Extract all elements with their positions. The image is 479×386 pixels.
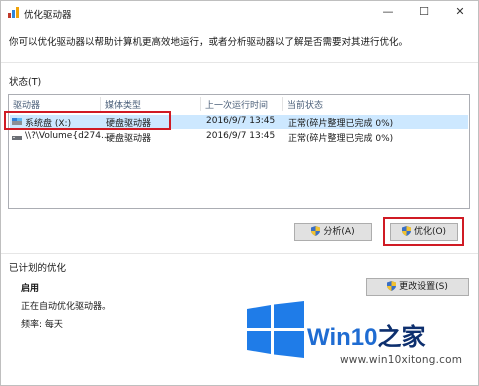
watermark-brand-win10: Win10 xyxy=(307,324,378,351)
title-bar: 优化驱动器 — ☐ ✕ xyxy=(1,1,478,23)
watermark-brand: Win10之家 xyxy=(307,317,425,352)
watermark-brand-zhijia: 之家 xyxy=(377,324,426,351)
schedule-state: 启用 xyxy=(21,284,40,294)
divider xyxy=(1,253,478,254)
uac-shield-icon xyxy=(387,281,397,291)
optimize-drives-window: 优化驱动器 — ☐ ✕ 你可以优化驱动器以帮助计算机更高效地运行，或者分析驱动器… xyxy=(0,0,479,386)
column-divider[interactable] xyxy=(100,97,101,111)
drive-status: 正常(碎片整理已完成 0%) xyxy=(288,119,394,129)
column-divider[interactable] xyxy=(282,97,283,111)
maximize-button[interactable]: ☐ xyxy=(406,3,442,21)
drive-status: 正常(碎片整理已完成 0%) xyxy=(288,134,394,144)
column-header-media-type[interactable]: 媒体类型 xyxy=(105,98,141,111)
drive-last-run: 2016/9/7 13:45 xyxy=(206,116,276,126)
change-settings-button-label: 更改设置(S) xyxy=(399,282,448,292)
drive-last-run: 2016/9/7 13:45 xyxy=(206,131,276,141)
analyze-button-label: 分析(A) xyxy=(323,227,355,237)
windows-logo-icon xyxy=(247,301,304,358)
schedule-detail: 正在自动优化驱动器。 xyxy=(21,302,112,312)
highlight-box-optimize xyxy=(383,217,464,246)
column-header-last-run[interactable]: 上一次运行时间 xyxy=(205,98,268,111)
watermark-site: www.win10xitong.com xyxy=(340,354,463,366)
uac-shield-icon xyxy=(311,226,321,236)
column-divider[interactable] xyxy=(200,97,201,111)
scheduled-section-label: 已计划的优化 xyxy=(9,263,67,274)
schedule-frequency: 频率: 每天 xyxy=(21,320,63,330)
status-section-label: 状态(T) xyxy=(9,77,42,88)
window-title: 优化驱动器 xyxy=(24,10,72,21)
analyze-button[interactable]: 分析(A) xyxy=(294,223,372,241)
highlight-box-drive xyxy=(4,111,171,130)
defrag-app-icon xyxy=(8,7,19,18)
drive-media-type: 硬盘驱动器 xyxy=(106,134,152,144)
column-header-drive[interactable]: 驱动器 xyxy=(13,98,40,111)
hard-drive-icon xyxy=(12,133,22,141)
minimize-button[interactable]: — xyxy=(370,3,406,21)
change-settings-button[interactable]: 更改设置(S) xyxy=(366,278,469,296)
column-header-status[interactable]: 当前状态 xyxy=(287,98,323,111)
divider xyxy=(1,62,478,63)
description-text: 你可以优化驱动器以帮助计算机更高效地运行，或者分析驱动器以了解是否需要对其进行优… xyxy=(9,37,409,48)
drive-name: \\?\Volume{d274... xyxy=(25,131,110,141)
close-button[interactable]: ✕ xyxy=(442,3,478,21)
drive-row[interactable]: \\?\Volume{d274... 硬盘驱动器 2016/9/7 13:45 … xyxy=(10,130,468,144)
